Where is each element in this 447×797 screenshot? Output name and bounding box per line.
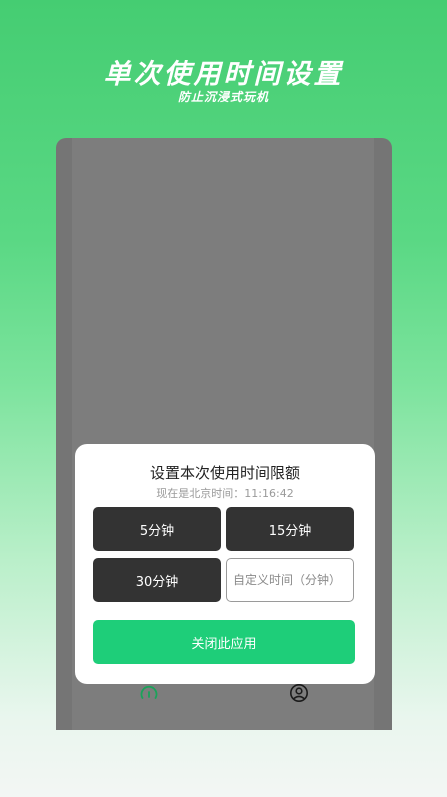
current-time-label: 现在是北京时间：11:16:42 (156, 487, 294, 500)
hero-title: 单次使用时间设置 (103, 59, 344, 90)
timer-icon[interactable] (139, 683, 159, 703)
close-app-button[interactable]: 关闭此应用 (93, 620, 355, 664)
dialog-title: 设置本次使用时间限额 (149, 464, 300, 482)
profile-icon[interactable] (289, 683, 309, 703)
option-15-min-button[interactable]: 15分钟 (226, 507, 354, 551)
hero-subtitle: 防止沉浸式玩机 (177, 90, 269, 104)
time-limit-dialog: 设置本次使用时间限额 现在是北京时间：11:16:42 5分钟 15分钟 30分… (75, 444, 375, 684)
option-30-min-button[interactable]: 30分钟 (93, 558, 221, 602)
custom-time-input[interactable] (226, 558, 354, 602)
option-5-min-button[interactable]: 5分钟 (93, 507, 221, 551)
